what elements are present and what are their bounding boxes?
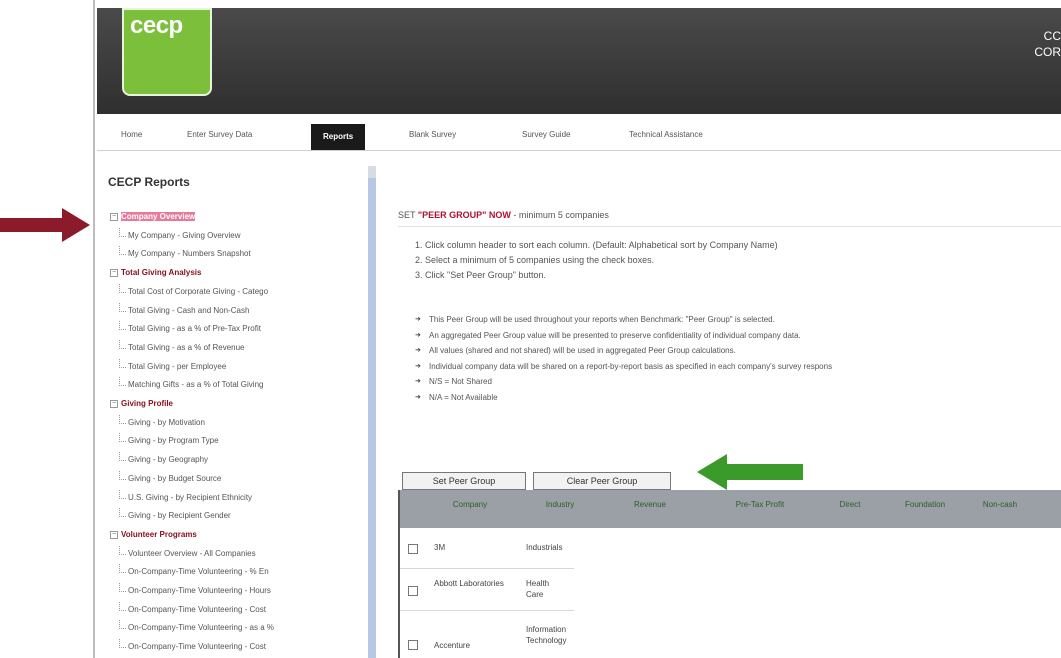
company-checkbox[interactable] [408, 586, 418, 596]
category-label[interactable]: Giving Profile [121, 399, 173, 408]
notes-list: This Peer Group will be used throughout … [415, 312, 832, 405]
section-divider [398, 226, 1061, 227]
red-arrow-icon [0, 208, 90, 242]
nav-enter-survey-data[interactable]: Enter Survey Data [187, 130, 252, 139]
clear-peer-group-button[interactable]: Clear Peer Group [533, 472, 671, 490]
site-header [97, 8, 1061, 114]
sidebar-scrollbar-thumb[interactable] [368, 178, 376, 658]
tree-item[interactable]: U.S. Giving - by Recipient Ethnicity [110, 488, 368, 508]
tree-item[interactable]: On-Company-Time Volunteering - as a % [110, 619, 368, 638]
header-title-line1: CC [1043, 29, 1061, 43]
tree-category[interactable]: − Giving Profile [110, 395, 368, 414]
column-header-noncash[interactable]: Non-cash [970, 500, 1030, 509]
tree-category[interactable]: − Total Giving Analysis [110, 264, 368, 283]
collapse-icon[interactable]: − [110, 269, 118, 277]
column-header-foundation[interactable]: Foundation [890, 500, 960, 509]
report-tree: − Company Overview My Company - Giving Ov… [110, 208, 368, 657]
logo-text: cecp [130, 12, 183, 39]
tree-item[interactable]: On-Company-Time Volunteering - % En [110, 563, 368, 582]
column-header-company[interactable]: Company [430, 500, 510, 509]
header-title: CC COR [1021, 28, 1061, 60]
tree-item[interactable]: On-Company-Time Volunteering - Cost [110, 600, 368, 620]
table-header: Company Industry Revenue Pre-Tax Profit … [400, 490, 1061, 528]
company-industry: Health Care [526, 579, 550, 599]
collapse-icon[interactable]: − [110, 212, 118, 221]
company-checkbox[interactable] [408, 544, 418, 554]
column-header-direct[interactable]: Direct [820, 500, 880, 509]
note-item: N/S = Not Shared [415, 374, 832, 390]
collapse-icon[interactable]: − [110, 399, 118, 408]
blank-overlay [574, 530, 1061, 658]
note-item: N/A = Not Available [415, 390, 832, 406]
tree-item[interactable]: Giving - by Program Type [110, 432, 368, 451]
step-2: 2. Select a minimum of 5 companies using… [415, 255, 655, 265]
tree-item[interactable]: Total Giving - per Employee [110, 357, 368, 377]
note-item: All values (shared and not shared) will … [415, 343, 832, 359]
tree-item[interactable]: Total Giving - as a % of Revenue [110, 338, 368, 358]
left-margin [0, 0, 93, 658]
set-peer-group-button[interactable]: Set Peer Group [402, 472, 526, 490]
note-item: Individual company data will be shared o… [415, 359, 832, 375]
tree-item[interactable]: Giving - by Budget Source [110, 469, 368, 489]
tree-item[interactable]: Total Giving - as a % of Pre-Tax Profit [110, 320, 368, 339]
category-label[interactable]: Volunteer Programs [121, 530, 197, 539]
nav-reports[interactable]: Reports [311, 124, 366, 150]
tree-category[interactable]: − Company Overview [110, 208, 368, 227]
category-label[interactable]: Total Giving Analysis [121, 268, 201, 277]
set-prefix: SET [398, 210, 418, 220]
tree-item[interactable]: Giving - by Motivation [110, 413, 368, 433]
header-title-line2: COR [1034, 45, 1061, 59]
cecp-logo[interactable]: cecp [122, 8, 212, 96]
step-1: 1. Click column header to sort each colu… [415, 240, 778, 250]
page-border [93, 0, 95, 658]
tree-item[interactable]: Matching Gifts - as a % of Total Giving [110, 376, 368, 395]
category-label[interactable]: Company Overview [121, 212, 196, 221]
column-header-revenue[interactable]: Revenue [610, 500, 690, 509]
note-item: This Peer Group will be used throughout … [415, 312, 832, 328]
nav-blank-survey[interactable]: Blank Survey [409, 130, 456, 139]
tree-item[interactable]: My Company - Numbers Snapshot [110, 245, 368, 264]
tree-item[interactable]: On-Company-Time Volunteering - Hours [110, 582, 368, 601]
tree-item[interactable]: Total Cost of Corporate Giving - Catego [110, 282, 368, 302]
sidebar-title: CECP Reports [108, 175, 190, 189]
tree-item[interactable]: Total Giving - Cash and Non-Cash [110, 301, 368, 321]
green-arrow-icon [697, 454, 803, 490]
set-peer-group-heading: SET "PEER GROUP" NOW - minimum 5 compani… [398, 210, 609, 220]
company-name: 3M [434, 543, 446, 552]
tree-item[interactable]: Volunteer Overview - All Companies [110, 544, 368, 564]
note-item: An aggregated Peer Group value will be p… [415, 328, 832, 344]
company-checkbox[interactable] [408, 640, 418, 650]
nav-survey-guide[interactable]: Survey Guide [522, 130, 570, 139]
company-name: Abbott Laboratories [434, 579, 504, 588]
company-industry: Information Technology [526, 625, 567, 645]
column-header-industry[interactable]: Industry [520, 500, 600, 509]
set-highlight: "PEER GROUP" NOW [417, 210, 511, 220]
set-suffix: - minimum 5 companies [510, 210, 609, 220]
instruction-steps: 1. Click column header to sort each colu… [415, 238, 778, 283]
company-name: Accenture [434, 641, 471, 650]
collapse-icon[interactable]: − [110, 530, 118, 539]
nav-home[interactable]: Home [121, 130, 142, 139]
step-3: 3. Click "Set Peer Group" button. [415, 270, 546, 280]
tree-item[interactable]: On-Company-Time Volunteering - Cost [110, 638, 368, 657]
column-header-pretax-profit[interactable]: Pre-Tax Profit [730, 500, 790, 509]
tree-item[interactable]: Giving - by Recipient Gender [110, 507, 368, 526]
main-nav: Home Enter Survey Data Reports Blank Sur… [97, 124, 1061, 151]
tree-category[interactable]: − Volunteer Programs [110, 526, 368, 545]
tree-item[interactable]: Giving - by Geography [110, 451, 368, 470]
nav-technical-assistance[interactable]: Technical Assistance [629, 130, 703, 139]
company-industry: Industrials [526, 543, 563, 552]
tree-item[interactable]: My Company - Giving Overview [110, 226, 368, 246]
